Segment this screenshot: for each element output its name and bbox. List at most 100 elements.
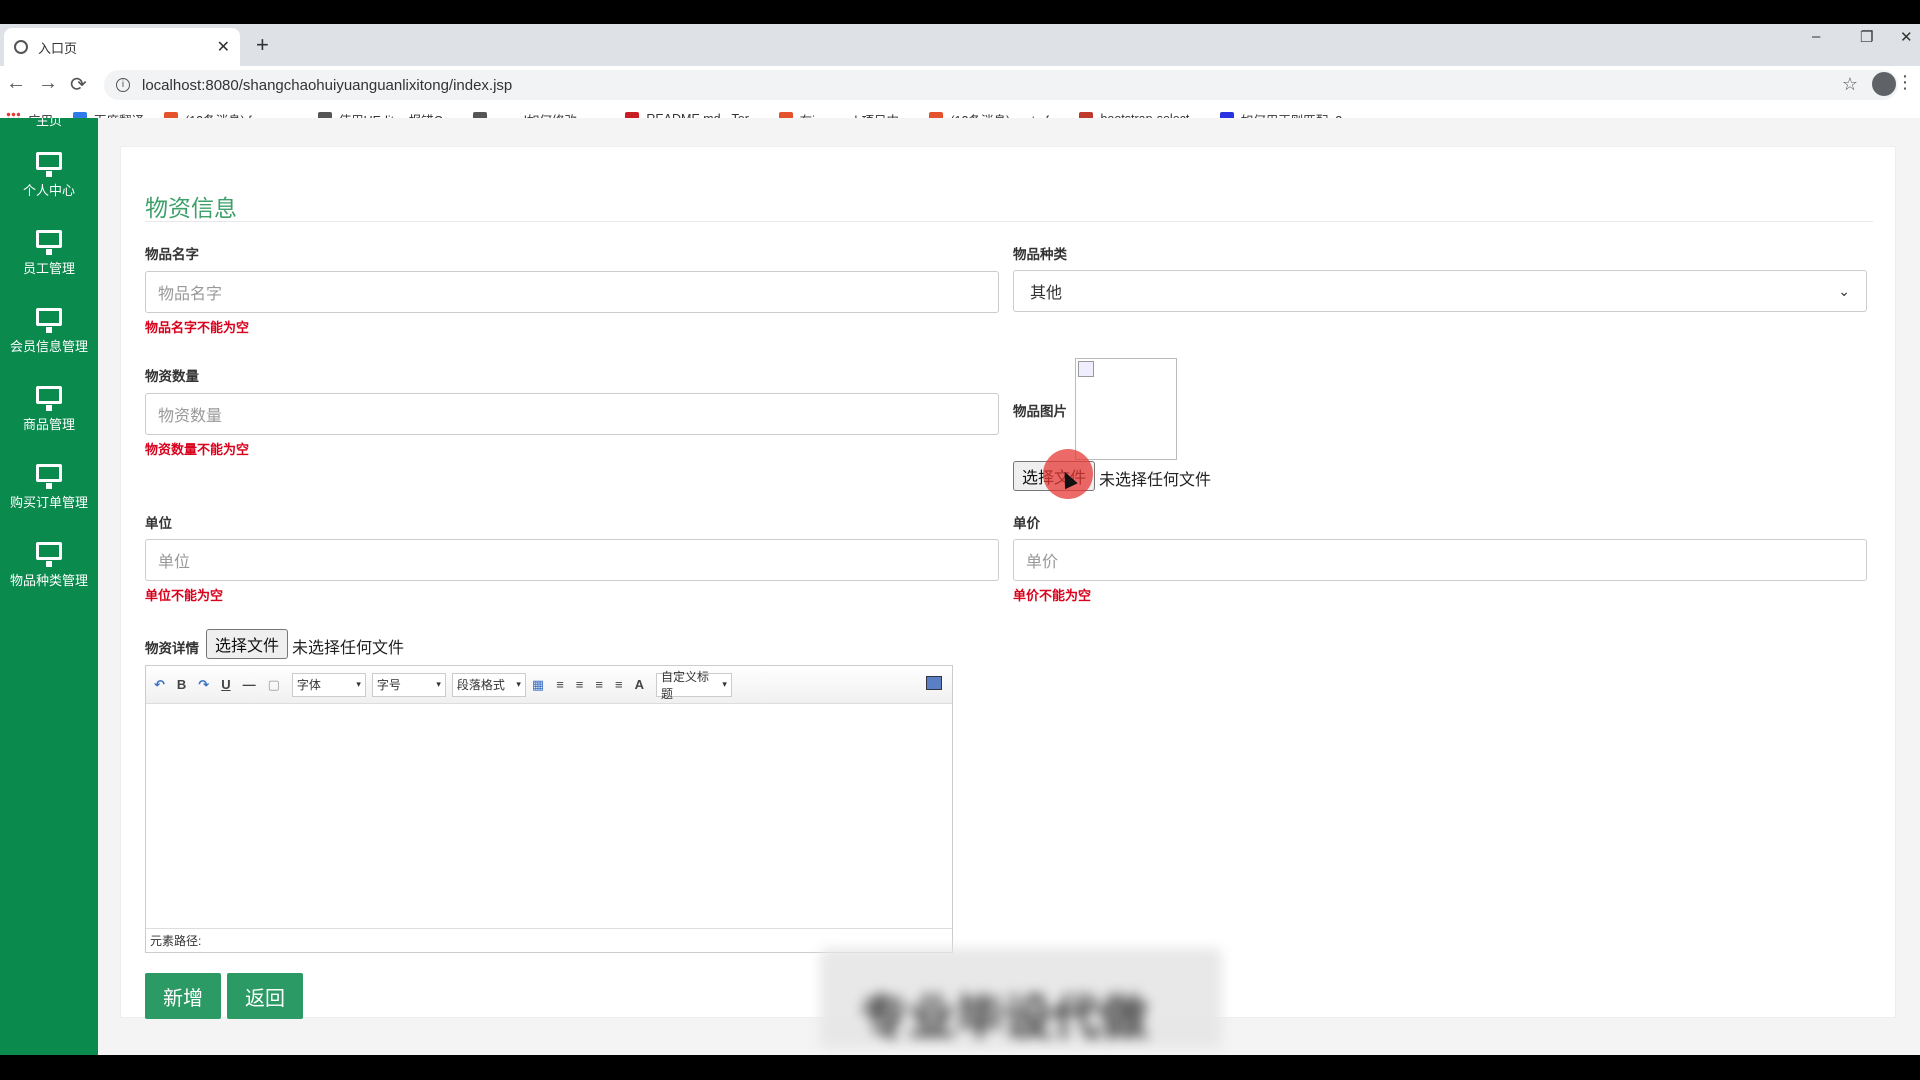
- sidebar-item-label: 主页: [35, 118, 62, 128]
- window-close-button[interactable]: ✕: [1900, 28, 1913, 46]
- page-title: 物资信息: [145, 195, 237, 221]
- monitor-icon: [36, 542, 62, 567]
- sidebar-item[interactable]: 购买订单管理: [0, 464, 98, 511]
- font-size-select[interactable]: 字号 ▾: [371, 672, 446, 697]
- sidebar-item-label: 会员信息管理: [9, 339, 88, 354]
- tab-close-icon[interactable]: ✕: [217, 37, 230, 57]
- dropdown-arrow-icon: ▾: [722, 679, 727, 689]
- reload-button[interactable]: ⟳: [70, 72, 87, 97]
- add-button[interactable]: 新增: [145, 973, 221, 1019]
- quantity-input[interactable]: 物资数量: [145, 393, 999, 435]
- screen-top-bar: [0, 0, 1920, 24]
- justify-icon[interactable]: ≡: [615, 677, 623, 692]
- bold-icon[interactable]: B: [177, 677, 186, 692]
- font-family-label: 字体: [296, 678, 321, 692]
- custom-title-select[interactable]: 自定义标题 ▾: [655, 670, 732, 701]
- sidebar-item-home[interactable]: 主页: [0, 118, 98, 129]
- unit-price-label: 单价: [1013, 516, 1040, 531]
- browser-tab[interactable]: 入口页 ✕: [4, 28, 240, 66]
- font-color-icon[interactable]: A: [635, 677, 644, 692]
- sidebar-item[interactable]: 员工管理: [0, 230, 98, 277]
- paragraph-select[interactable]: 段落格式 ▾: [451, 672, 526, 697]
- sidebar-item-label: 购买订单管理: [9, 495, 88, 510]
- undo-icon[interactable]: ↶: [154, 677, 165, 693]
- image-file-status: 未选择任何文件: [1099, 472, 1212, 489]
- monitor-icon: [36, 152, 62, 177]
- paragraph-label: 段落格式: [456, 678, 505, 692]
- restore-button[interactable]: ❐: [1860, 28, 1873, 46]
- font-size-label: 字号: [376, 678, 401, 692]
- unit-label: 单位: [145, 516, 172, 531]
- watermark-overlay: 专业毕设代做: [820, 948, 1222, 1048]
- item-category-label: 物品种类: [1013, 247, 1067, 262]
- chevron-down-icon: ⌄: [1838, 282, 1850, 299]
- custom-title-label: 自定义标题: [660, 669, 709, 701]
- browser-tabstrip: 入口页 ✕ + – ❐ ✕: [0, 24, 1920, 66]
- sidebar-item[interactable]: 商品管理: [0, 386, 98, 433]
- align-left-icon[interactable]: ≡: [556, 677, 564, 692]
- align-right-icon[interactable]: ≡: [595, 677, 603, 692]
- sidebar-item-label: 员工管理: [22, 261, 75, 276]
- editor-toolbar: ↶ B ↷ U — ▢ 字体 ▾ 字号 ▾ 段落格式 ▾ ▦ ≡ ≡ ≡ ≡ A 自定…: [146, 666, 952, 704]
- unit-price-placeholder: 单价: [1026, 554, 1059, 571]
- table-icon[interactable]: ▦: [532, 677, 544, 693]
- sidebar-item-label: 商品管理: [22, 417, 75, 432]
- unit-input[interactable]: 单位: [145, 539, 999, 581]
- item-name-placeholder: 物品名字: [158, 286, 223, 303]
- form-panel: 物资信息 物品名字 物品名字 物品名字不能为空 物品种类 其他 ⌄ 物资数量 物…: [120, 146, 1896, 1019]
- quantity-error: 物资数量不能为空: [145, 442, 250, 457]
- dropdown-arrow-icon: ▾: [356, 679, 361, 689]
- monitor-icon: [36, 386, 62, 411]
- monitor-icon: [36, 230, 62, 255]
- redo-icon[interactable]: ↷: [198, 677, 209, 693]
- globe-icon: [14, 40, 28, 54]
- details-file-status: 未选择任何文件: [292, 640, 405, 657]
- unit-price-error: 单价不能为空: [1013, 588, 1092, 603]
- url-text: localhost:8080/shangchaohuiyuanguanlixit…: [142, 76, 513, 94]
- monitor-icon: [36, 464, 62, 489]
- forward-button[interactable]: →: [38, 72, 58, 95]
- back-button-form[interactable]: 返回: [227, 973, 303, 1019]
- quantity-label: 物资数量: [145, 369, 199, 384]
- details-label: 物资详情: [145, 641, 199, 656]
- dropdown-arrow-icon: ▾: [516, 679, 521, 689]
- back-button[interactable]: ←: [6, 72, 26, 95]
- sidebar: 主页 个人中心员工管理会员信息管理 商品管理购买订单管理 物品种类管理: [0, 118, 98, 1055]
- sidebar-item[interactable]: 个人中心: [0, 152, 98, 199]
- sidebar-item-label: 物品种类管理: [9, 573, 88, 588]
- underline-icon[interactable]: U: [221, 677, 230, 692]
- dropdown-arrow-icon: ▾: [436, 679, 441, 689]
- details-file-button[interactable]: 选择文件: [206, 629, 289, 659]
- screen-bottom-bar: [0, 1055, 1920, 1080]
- unit-error: 单位不能为空: [145, 588, 224, 603]
- tab-title: 入口页: [38, 40, 78, 56]
- app-page: 主页 个人中心员工管理会员信息管理 商品管理购买订单管理 物品种类管理 物资信息 物…: [0, 118, 1920, 1055]
- browser-menu-icon[interactable]: ⋮: [1896, 72, 1914, 93]
- new-tab-button[interactable]: +: [256, 32, 269, 58]
- site-info-icon[interactable]: i: [116, 78, 130, 92]
- profile-avatar[interactable]: [1872, 72, 1896, 96]
- blank-page-icon[interactable]: ▢: [268, 677, 280, 693]
- minimize-button[interactable]: –: [1812, 28, 1820, 45]
- font-family-select[interactable]: 字体 ▾: [291, 672, 366, 697]
- sidebar-item[interactable]: 物品种类管理: [0, 542, 98, 589]
- url-bar[interactable]: i localhost:8080/shangchaohuiyuanguanlix…: [104, 70, 1898, 100]
- item-name-input[interactable]: 物品名字: [145, 271, 999, 313]
- sidebar-item[interactable]: 会员信息管理: [0, 308, 98, 355]
- item-category-value: 其他: [1030, 285, 1063, 302]
- rich-text-editor[interactable]: ↶ B ↷ U — ▢ 字体 ▾ 字号 ▾ 段落格式 ▾ ▦ ≡ ≡ ≡ ≡ A 自定…: [145, 665, 953, 953]
- item-name-error: 物品名字不能为空: [145, 320, 250, 335]
- bookmark-star-icon[interactable]: ☆: [1842, 74, 1858, 95]
- quantity-placeholder: 物资数量: [158, 408, 223, 425]
- fullscreen-icon[interactable]: [926, 676, 942, 690]
- title-divider: [145, 221, 1873, 222]
- horizontal-rule-icon[interactable]: —: [243, 677, 256, 692]
- sidebar-item-label: 个人中心: [22, 183, 75, 198]
- watermark-text: 专业毕设代做: [860, 992, 1149, 1045]
- align-center-icon[interactable]: ≡: [576, 677, 584, 692]
- item-name-label: 物品名字: [145, 247, 199, 262]
- item-category-select[interactable]: 其他 ⌄: [1013, 270, 1867, 312]
- broken-image-icon: [1078, 361, 1094, 377]
- monitor-icon: [36, 308, 62, 333]
- unit-price-input[interactable]: 单价: [1013, 539, 1867, 581]
